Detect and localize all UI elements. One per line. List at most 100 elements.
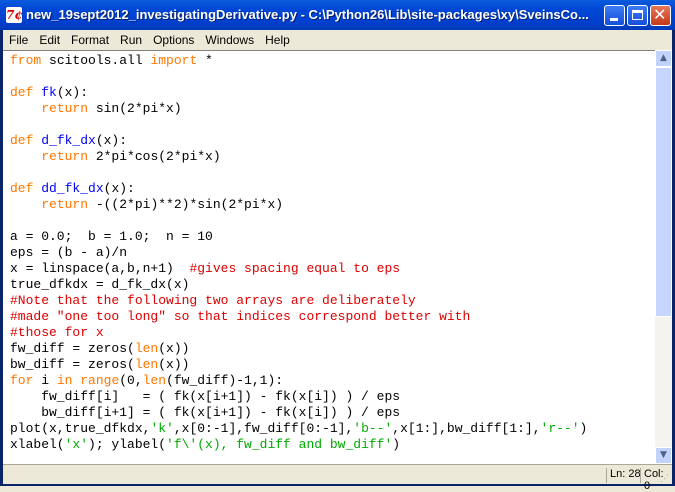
status-line: Ln: 28	[606, 468, 641, 483]
code-token: def	[10, 181, 34, 196]
code-line[interactable]: xlabel('x'); ylabel('f\'(x), fw_diff and…	[10, 437, 655, 453]
menu-help[interactable]: Help	[259, 30, 295, 47]
code-token: ); ylabel(	[88, 437, 167, 452]
code-token: len	[134, 341, 159, 356]
code-token: fw_diff[i] = ( fk(x[i+1]) - fk(x[i]) ) /…	[10, 389, 401, 404]
code-line[interactable]: bw_diff = zeros(len(x))	[10, 357, 655, 373]
code-line[interactable]	[10, 213, 655, 229]
code-token: (x))	[158, 357, 190, 372]
code-token: bw_diff[i+1] = ( fk(x[i+1]) - fk(x[i]) )…	[10, 405, 401, 420]
code-line[interactable]: fw_diff = zeros(len(x))	[10, 341, 655, 357]
code-token: xlabel(	[10, 437, 65, 452]
code-token: import	[150, 53, 198, 68]
code-token: def	[10, 133, 34, 148]
code-token: dd_fk_dx	[41, 181, 104, 196]
code-token: d_fk_dx	[41, 133, 96, 148]
code-token: a = 0.0; b = 1.0; n = 10	[10, 229, 213, 244]
code-line[interactable]: #made "one too long" so that indices cor…	[10, 309, 655, 325]
code-line[interactable]	[10, 165, 655, 181]
menu-run[interactable]: Run	[114, 30, 147, 47]
code-line[interactable]: x = linspace(a,b,n+1) #gives spacing equ…	[10, 261, 655, 277]
code-token: -((2*pi)**2)*sin(2*pi*x)	[88, 197, 284, 212]
maximize-button[interactable]	[627, 5, 648, 26]
idle-window: 7¢ new_19sept2012_investigatingDerivativ…	[0, 0, 675, 492]
code-token: range	[80, 373, 120, 388]
code-token: (0,	[119, 373, 143, 388]
code-token: (x):	[95, 133, 128, 148]
vertical-scrollbar[interactable]: ▲ ▼	[655, 50, 672, 464]
menu-format[interactable]: Format	[65, 30, 114, 47]
code-token: #gives spacing equal to eps	[189, 261, 401, 276]
code-token: (x):	[56, 85, 89, 100]
menu-file[interactable]: File	[3, 30, 33, 47]
code-token: 2*pi*cos(2*pi*x)	[88, 149, 221, 164]
menu-edit[interactable]: Edit	[33, 30, 65, 47]
scroll-up-button[interactable]: ▲	[655, 50, 672, 67]
code-token: return	[41, 197, 89, 212]
code-line[interactable]: plot(x,true_dfkdx,'k',x[0:-1],fw_diff[0:…	[10, 421, 655, 437]
code-line[interactable]: eps = (b - a)/n	[10, 245, 655, 261]
code-token: in	[56, 373, 73, 388]
code-line[interactable]: #Note that the following two arrays are …	[10, 293, 655, 309]
code-line[interactable]: a = 0.0; b = 1.0; n = 10	[10, 229, 655, 245]
code-token: 'x'	[64, 437, 89, 452]
minimize-button[interactable]	[604, 5, 625, 26]
code-token: 'r--'	[540, 421, 580, 436]
code-line[interactable]	[10, 69, 655, 85]
code-line[interactable]: true_dfkdx = d_fk_dx(x)	[10, 277, 655, 293]
code-token: ,x[0:-1],fw_diff[0:-1],	[173, 421, 354, 436]
code-token: eps = (b - a)/n	[10, 245, 128, 260]
code-line[interactable]: fw_diff[i] = ( fk(x[i+1]) - fk(x[i]) ) /…	[10, 389, 655, 405]
resize-grip-icon[interactable]: ⋰	[660, 473, 669, 484]
window-title: new_19sept2012_investigatingDerivative.p…	[26, 7, 589, 22]
code-token: bw_diff = zeros(	[10, 357, 135, 372]
close-icon: ✕	[653, 5, 667, 24]
code-token: return	[41, 149, 89, 164]
code-token: *	[197, 53, 213, 68]
code-token: def	[10, 85, 34, 100]
code-token: fk	[41, 85, 57, 100]
code-editor[interactable]: from scitools.all import * def fk(x): re…	[3, 50, 655, 465]
code-token: #Note that the following two arrays are …	[10, 293, 416, 308]
code-line[interactable]: def d_fk_dx(x):	[10, 133, 655, 149]
scroll-down-button[interactable]: ▼	[655, 447, 672, 464]
code-token: from	[10, 53, 42, 68]
code-token: sin(2*pi*x)	[88, 101, 182, 116]
code-line[interactable]: for i in range(0,len(fw_diff)-1,1):	[10, 373, 655, 389]
code-token: )	[392, 437, 401, 452]
code-line[interactable]: from scitools.all import *	[10, 53, 655, 69]
code-token: i	[33, 373, 57, 388]
menu-options[interactable]: Options	[147, 30, 199, 47]
code-line[interactable]	[10, 117, 655, 133]
code-token: fw_diff = zeros(	[10, 341, 135, 356]
code-text[interactable]: from scitools.all import * def fk(x): re…	[3, 51, 655, 453]
code-token: len	[134, 357, 159, 372]
code-line[interactable]: return -((2*pi)**2)*sin(2*pi*x)	[10, 197, 655, 213]
code-token: 'f\'(x), fw_diff and bw_diff'	[166, 437, 393, 452]
code-token: #those for x	[10, 325, 104, 340]
code-token: )	[579, 421, 588, 436]
code-token: #made "one too long" so that indices cor…	[10, 309, 471, 324]
code-token: plot(x,true_dfkdx,	[10, 421, 151, 436]
chevron-down-icon: ▼	[660, 450, 667, 460]
code-line[interactable]: return sin(2*pi*x)	[10, 101, 655, 117]
scroll-thumb[interactable]	[655, 67, 672, 317]
status-bar: Ln: 28 Col: 0 ⋰	[3, 464, 672, 492]
code-token: len	[142, 373, 167, 388]
code-line[interactable]: def fk(x):	[10, 85, 655, 101]
menu-windows[interactable]: Windows	[199, 30, 259, 47]
code-token: 'k'	[150, 421, 174, 436]
code-token: return	[41, 101, 89, 116]
title-bar[interactable]: 7¢ new_19sept2012_investigatingDerivativ…	[0, 0, 675, 30]
code-token: true_dfkdx = d_fk_dx(x)	[10, 277, 190, 292]
code-line[interactable]: return 2*pi*cos(2*pi*x)	[10, 149, 655, 165]
close-button[interactable]: ✕	[650, 5, 671, 26]
code-line[interactable]: bw_diff[i+1] = ( fk(x[i+1]) - fk(x[i]) )…	[10, 405, 655, 421]
menu-bar: File Edit Format Run Options Windows Help	[3, 30, 672, 50]
code-line[interactable]: def dd_fk_dx(x):	[10, 181, 655, 197]
python-idle-icon[interactable]: 7¢	[6, 7, 23, 23]
code-line[interactable]: #those for x	[10, 325, 655, 341]
